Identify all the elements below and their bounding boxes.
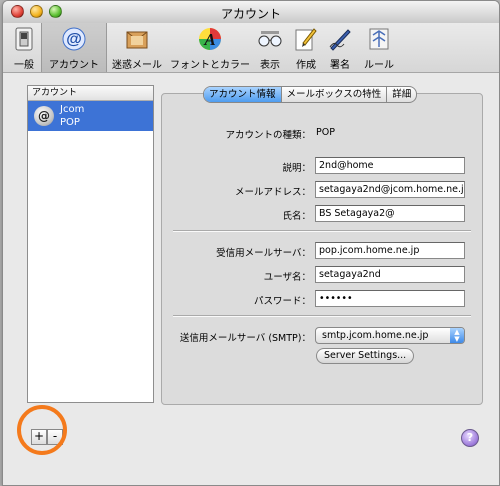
password-label: パスワード：: [253, 296, 311, 307]
svg-text:@: @: [66, 31, 82, 48]
account-type-label: アカウントの種類：: [225, 130, 311, 141]
toolbar-viewing[interactable]: 表示: [253, 23, 287, 72]
email-address-field[interactable]: setagaya2nd@jcom.home.ne.jp: [315, 181, 465, 198]
compose-pencil-icon: [293, 27, 319, 51]
email-address-label: メールアドレス：: [234, 187, 311, 198]
toolbar-composing[interactable]: 作成: [291, 23, 321, 72]
help-button[interactable]: ?: [461, 429, 479, 447]
toolbar-label: ルール: [364, 60, 394, 71]
accounts-preferences-window: アカウント 一般 @ アカウント 迷惑メール A フォントとカラー 表示 作成 …: [2, 0, 500, 486]
popup-arrows-icon: ▲ ▼: [450, 328, 464, 343]
toolbar-rules[interactable]: ルール: [359, 23, 399, 72]
username-label: ユーザ名：: [263, 272, 311, 283]
at-icon: @: [34, 106, 54, 126]
incoming-server-field[interactable]: pop.jcom.home.ne.jp: [315, 242, 465, 259]
accounts-list[interactable]: アカウント @ Jcom POP: [27, 85, 154, 403]
tab-advanced[interactable]: 詳細: [387, 87, 416, 102]
password-field[interactable]: ••••••: [315, 290, 465, 307]
smtp-server-value: smtp.jcom.home.ne.jp: [322, 330, 429, 341]
window-title: アカウント: [220, 7, 281, 21]
description-field[interactable]: 2nd@home: [315, 157, 465, 174]
toolbar-label: 表示: [260, 60, 280, 71]
divider: [173, 315, 471, 317]
toolbar-junk-mail[interactable]: 迷惑メール: [109, 23, 165, 72]
account-tabs: アカウント情報 メールボックスの特性 詳細: [203, 86, 418, 103]
toolbar-accounts[interactable]: @ アカウント: [41, 23, 107, 72]
toolbar-label: 一般: [14, 60, 34, 71]
toolbar-label: フォントとカラー: [170, 60, 250, 71]
at-icon: @: [61, 27, 87, 51]
rules-icon: [366, 27, 392, 51]
accounts-list-header: アカウント: [28, 86, 153, 101]
viewing-glasses-icon: [257, 27, 283, 51]
svg-text:A: A: [203, 30, 215, 49]
highlight-ring: [17, 405, 67, 455]
smtp-server-label: 送信用メールサーバ (SMTP)：: [179, 333, 311, 344]
description-label: 説明：: [282, 163, 311, 174]
toolbar-label: 署名: [330, 60, 350, 71]
toolbar-fonts-colors[interactable]: A フォントとカラー: [169, 23, 251, 72]
toolbar-signatures[interactable]: 署名: [325, 23, 355, 72]
account-row[interactable]: @ Jcom POP: [28, 101, 153, 131]
account-type-value: POP: [316, 127, 335, 138]
full-name-label: 氏名：: [282, 211, 311, 222]
username-field[interactable]: setagaya2nd: [315, 266, 465, 283]
toolbar-label: アカウント: [49, 60, 99, 71]
divider: [173, 230, 471, 232]
switch-icon: [11, 27, 37, 51]
junk-mail-icon: [124, 27, 150, 51]
account-type: POP: [60, 117, 80, 128]
toolbar-label: 作成: [296, 60, 316, 71]
full-name-field[interactable]: BS Setagaya2@: [315, 205, 465, 222]
incoming-server-label: 受信用メールサーバ：: [216, 248, 311, 259]
account-name: Jcom: [60, 104, 85, 115]
smtp-server-popup[interactable]: smtp.jcom.home.ne.jp ▲ ▼: [315, 327, 465, 344]
preferences-toolbar: 一般 @ アカウント 迷惑メール A フォントとカラー 表示 作成 署名 ルール: [3, 23, 499, 73]
signature-pen-icon: [327, 27, 353, 51]
fonts-colors-icon: A: [197, 27, 223, 51]
toolbar-general[interactable]: 一般: [9, 23, 39, 72]
toolbar-label: 迷惑メール: [112, 60, 162, 71]
server-settings-button[interactable]: Server Settings...: [316, 348, 415, 364]
tab-mailbox-behaviors[interactable]: メールボックスの特性: [282, 87, 388, 102]
tab-account-information[interactable]: アカウント情報: [204, 87, 282, 102]
title-bar[interactable]: アカウント: [3, 1, 499, 24]
